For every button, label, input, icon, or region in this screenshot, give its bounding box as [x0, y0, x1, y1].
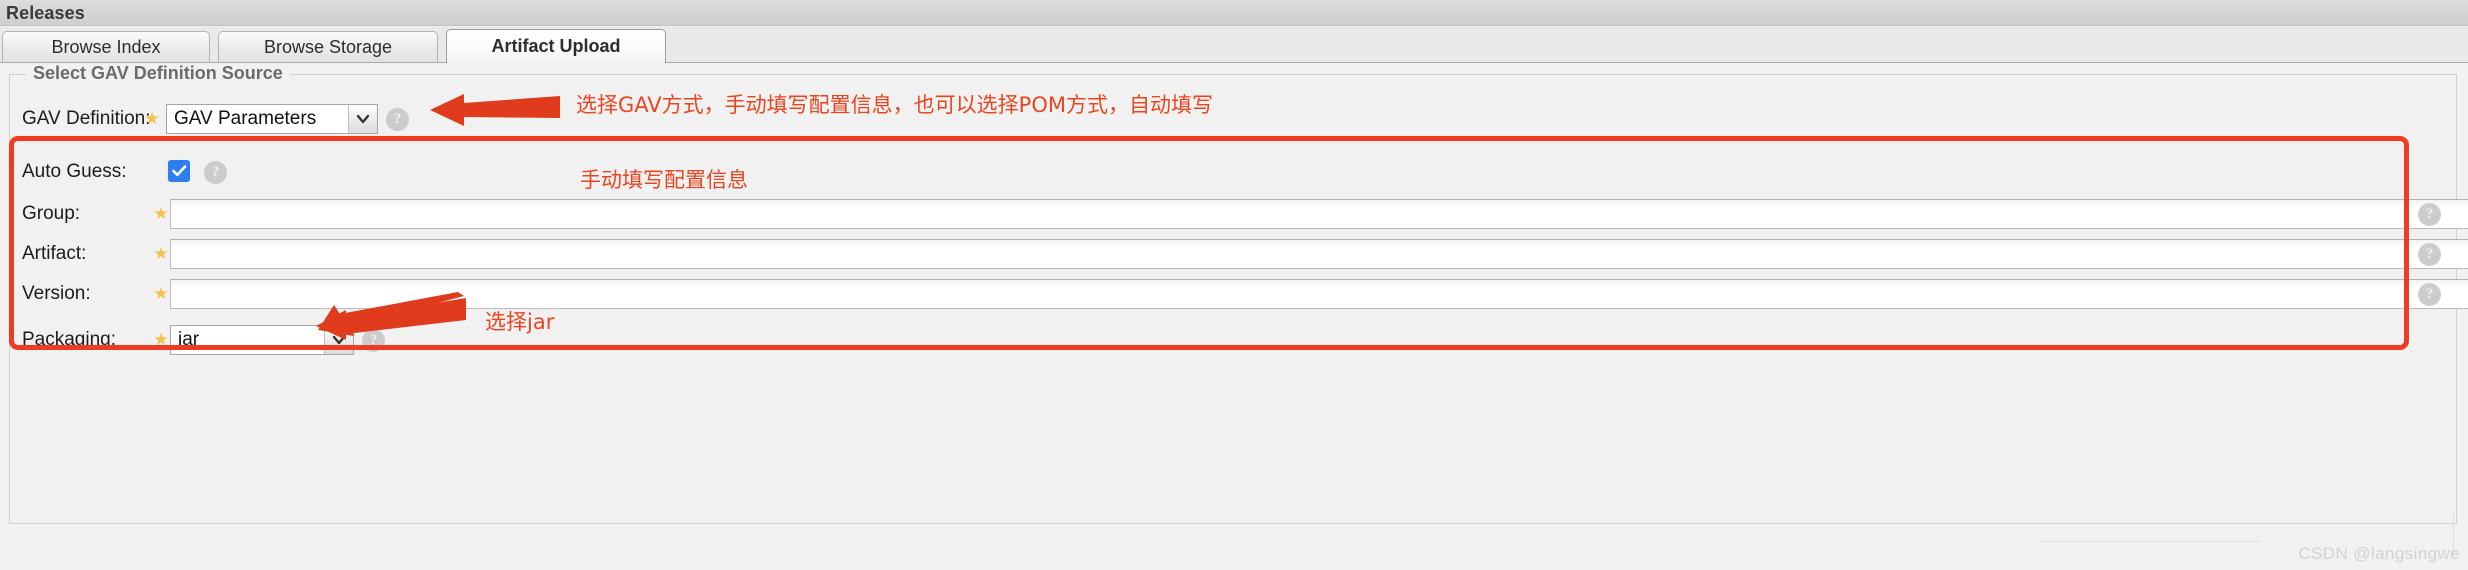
gav-definition-value: GAV Parameters [174, 108, 317, 129]
row-artifact: Artifact: ★ ? [10, 239, 2468, 269]
auto-guess-checkbox[interactable] [168, 160, 190, 182]
packaging-label: Packaging: [22, 329, 117, 350]
tab-label: Artifact Upload [491, 36, 621, 56]
artifact-upload-screen: Releases Browse Index Browse Storage Art… [0, 0, 2468, 570]
page-title: Releases [6, 3, 85, 23]
required-star-icon: ★ [153, 284, 169, 303]
watermark-rule [2040, 541, 2260, 542]
gav-definition-label: GAV Definition: [22, 108, 151, 129]
fieldset-legend: Select GAV Definition Source [26, 63, 290, 84]
gav-definition-help-icon[interactable]: ? [386, 108, 409, 131]
auto-guess-help-icon[interactable]: ? [204, 161, 227, 184]
annotation-select-jar: 选择jar [485, 310, 555, 334]
annotation-gav-mode: 选择GAV方式，手动填写配置信息，也可以选择POM方式，自动填写 [576, 93, 1213, 117]
tab-browse-storage[interactable]: Browse Storage [218, 31, 438, 62]
artifact-input[interactable] [170, 239, 2468, 269]
tab-bar: Browse Index Browse Storage Artifact Upl… [0, 27, 2468, 63]
window-titlebar: Releases [0, 0, 2468, 26]
required-star-icon: ★ [144, 109, 160, 128]
row-gav-definition: GAV Definition: ★ GAV Parameters ? [10, 104, 2440, 134]
packaging-value: jar [178, 329, 200, 350]
group-label: Group: [22, 203, 81, 224]
required-star-icon: ★ [153, 244, 169, 263]
row-auto-guess: Auto Guess: ? [10, 157, 2440, 187]
annotation-manual-fill: 手动填写配置信息 [580, 168, 748, 192]
check-icon [171, 165, 186, 177]
version-input[interactable] [170, 279, 2468, 309]
version-help-icon-right[interactable]: ? [2418, 283, 2441, 306]
tab-artifact-upload[interactable]: Artifact Upload [446, 29, 666, 63]
row-group: Group: ★ ? [10, 199, 2468, 229]
chevron-down-icon[interactable] [348, 105, 377, 133]
annotation-arrow-packaging-head [316, 298, 466, 340]
auto-guess-label: Auto Guess: [22, 161, 127, 182]
version-label: Version: [22, 283, 91, 304]
artifact-label: Artifact: [22, 243, 87, 264]
gav-definition-select[interactable]: GAV Parameters [166, 104, 378, 134]
group-input[interactable] [170, 199, 2468, 229]
csdn-watermark: CSDN @langsingwe [2298, 544, 2460, 563]
tab-label: Browse Index [51, 36, 161, 57]
group-help-icon-right[interactable]: ? [2418, 203, 2441, 226]
tab-browse-index[interactable]: Browse Index [2, 31, 210, 62]
artifact-help-icon-right[interactable]: ? [2418, 243, 2441, 266]
required-star-icon: ★ [153, 330, 169, 349]
tab-label: Browse Storage [263, 36, 393, 57]
annotation-arrow-gav [430, 94, 560, 126]
required-star-icon: ★ [153, 204, 169, 223]
